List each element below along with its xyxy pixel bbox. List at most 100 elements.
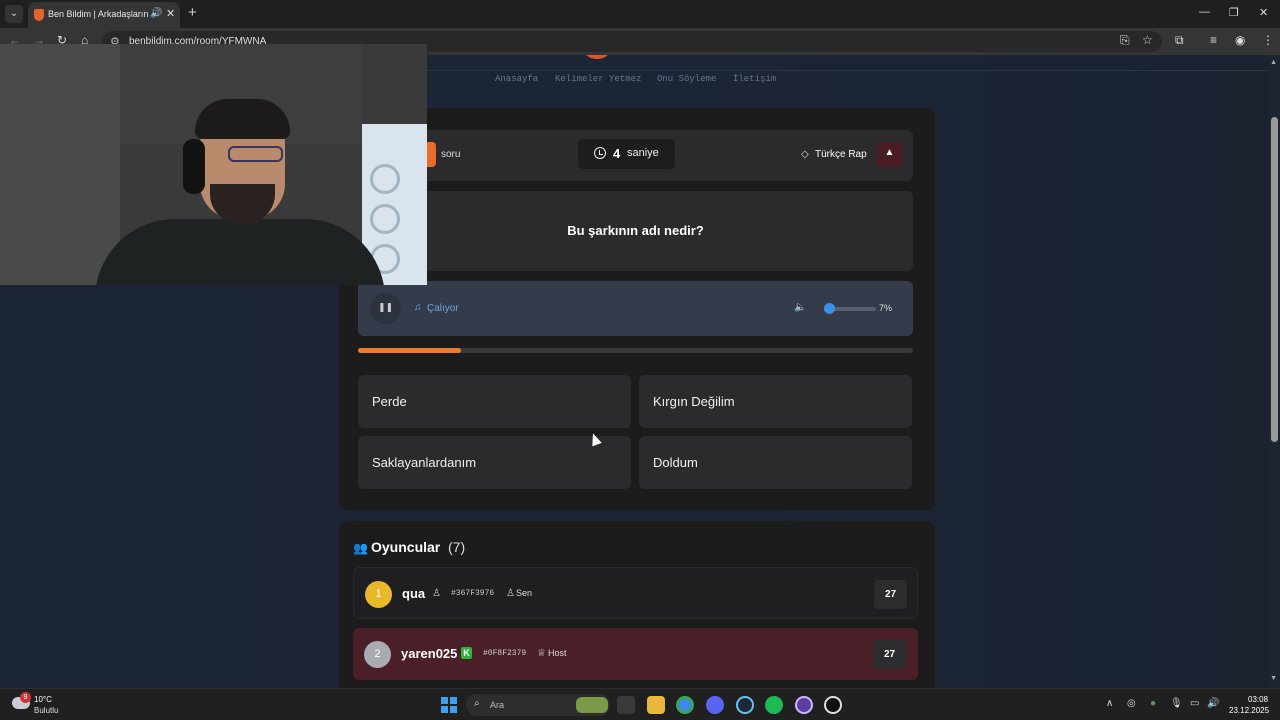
- question-text: Bu şarkının adı nedir?: [567, 223, 704, 238]
- nav-contact[interactable]: İletişim: [733, 74, 776, 84]
- volume-thumb[interactable]: [823, 303, 835, 314]
- site-favicon-icon: [34, 9, 44, 21]
- user-icon: ♙: [432, 588, 441, 599]
- timer: 4 saniye: [578, 139, 675, 169]
- users-icon: 👥: [353, 541, 368, 555]
- profile-icon[interactable]: ◉: [1235, 33, 1245, 47]
- game-card: soru 4 saniye ◇ Türkçe Rap ▲ Bu şarkının…: [339, 108, 935, 510]
- page-scrollbar[interactable]: ▲ ▼: [1268, 55, 1280, 688]
- weather-description: Bulutlu: [34, 706, 59, 715]
- timer-unit: saniye: [627, 147, 659, 159]
- nav-home[interactable]: Anasayfa: [495, 74, 538, 84]
- microphone-icon[interactable]: 🎙: [1170, 698, 1183, 709]
- display-icon[interactable]: ▭: [1190, 698, 1199, 709]
- pause-button[interactable]: ❚❚: [370, 293, 401, 324]
- app-icon[interactable]: [795, 696, 813, 714]
- taskbar: 9 10°C Bulutlu ⌕ Ara ∧ ◎ ● 🎙 ▭ 🔊 03:08 2…: [0, 688, 1280, 720]
- start-menu-icon[interactable]: [441, 697, 457, 713]
- player-row: 1 qua ♙ #367F3976 ♙ Sen 27: [353, 567, 918, 619]
- browser-tab[interactable]: Ben Bildim | Arkadaşlarınla 🔊 ✕: [28, 2, 180, 28]
- rank-badge: 2: [364, 641, 391, 668]
- player-name: qua: [402, 586, 426, 601]
- volume-icon[interactable]: 🔈: [794, 302, 806, 313]
- music-note-icon: ♫: [414, 302, 422, 313]
- tab-title: Ben Bildim | Arkadaşlarınla: [48, 9, 148, 19]
- weather-alert-badge: 9: [20, 692, 31, 703]
- chrome-icon[interactable]: [676, 696, 694, 714]
- clock-date[interactable]: 23.12.2025: [1229, 706, 1269, 715]
- menu-icon[interactable]: ⋮: [1262, 33, 1274, 47]
- steam-tray-icon[interactable]: ◎: [1127, 698, 1136, 709]
- song-progress-bar: [358, 348, 913, 353]
- players-title: Oyuncular: [371, 539, 441, 555]
- tray-overflow-icon[interactable]: ∧: [1106, 698, 1113, 709]
- tab-audio-icon[interactable]: 🔊: [150, 8, 162, 19]
- task-view-icon[interactable]: [617, 696, 635, 714]
- warning-icon: ▲: [884, 147, 895, 158]
- discord-icon[interactable]: [706, 696, 724, 714]
- nav-kelimeler-yetmez[interactable]: Kelimeler Yetmez: [555, 74, 641, 84]
- spotify-icon[interactable]: [765, 696, 783, 714]
- taskbar-search[interactable]: ⌕ Ara: [466, 694, 610, 716]
- player-row: 2 yaren025 K #0F8F2379 ♕ Host 27: [353, 628, 918, 680]
- player-score: 27: [873, 640, 906, 669]
- bookmark-star-icon[interactable]: ☆: [1142, 33, 1153, 47]
- webcam-background: [0, 44, 120, 285]
- new-tab-button[interactable]: +: [188, 4, 197, 21]
- window-close-icon[interactable]: ✕: [1259, 6, 1268, 19]
- clock-time[interactable]: 03:08: [1248, 695, 1268, 704]
- player-score: 27: [874, 580, 907, 609]
- speaker-icon[interactable]: 🔊: [1207, 698, 1219, 709]
- media-control-icon[interactable]: ≡: [1210, 33, 1217, 47]
- site-nav: Anasayfa Kelimeler Yetmez Onu Söyleme İl…: [427, 74, 1280, 90]
- report-button[interactable]: ▲: [877, 142, 902, 167]
- webcam-person-hair: [195, 99, 290, 139]
- players-card: 👥 Oyuncular (7) 1 qua ♙ #367F3976 ♙ Sen …: [339, 521, 935, 688]
- answer-label: Kırgın Değilim: [653, 394, 735, 409]
- question-header: soru 4 saniye ◇ Türkçe Rap ▲: [358, 130, 913, 181]
- player-badge: Sen: [516, 588, 533, 598]
- kick-icon[interactable]: K: [461, 647, 472, 659]
- scrollbar-thumb[interactable]: [1271, 117, 1278, 442]
- site-logo[interactable]: [582, 55, 612, 59]
- browser-tabbar: ⌄ Ben Bildim | Arkadaşlarınla 🔊 ✕ + — ❐ …: [0, 0, 1280, 28]
- answer-option-3[interactable]: Saklayanlardanım: [358, 436, 631, 489]
- category-label: Türkçe Rap: [815, 149, 867, 160]
- answer-option-4[interactable]: Doldum: [639, 436, 912, 489]
- webcam-person-beard: [210, 184, 275, 224]
- search-highlight-image: [576, 697, 608, 713]
- player-code: #367F3976: [451, 589, 495, 598]
- answer-label: Saklayanlardanım: [372, 455, 477, 470]
- restore-icon[interactable]: ❐: [1229, 6, 1239, 19]
- audio-player: ❚❚ ♫ Çalıyor 🔈 7%: [358, 281, 913, 336]
- temperature: 10°C: [34, 695, 52, 704]
- install-app-icon[interactable]: ⎘: [1120, 33, 1130, 48]
- volume-percent: 7%: [879, 303, 893, 313]
- players-count: (7): [448, 539, 466, 555]
- rank-badge: 1: [365, 581, 392, 608]
- question-label: soru: [441, 149, 461, 160]
- answer-option-2[interactable]: Kırgın Değilim: [639, 375, 912, 428]
- tab-search-button[interactable]: ⌄: [5, 5, 23, 23]
- search-icon: ⌕: [474, 698, 480, 709]
- tab-close-icon[interactable]: ✕: [166, 7, 175, 20]
- file-explorer-icon[interactable]: [647, 696, 665, 714]
- search-placeholder: Ara: [490, 700, 505, 710]
- song-progress-fill: [358, 348, 461, 353]
- obs-icon[interactable]: [824, 696, 842, 714]
- tag-icon: ◇: [801, 149, 809, 160]
- scroll-down-icon[interactable]: ▼: [1270, 675, 1277, 682]
- tray-app-icon[interactable]: ●: [1150, 698, 1156, 709]
- steam-icon[interactable]: [736, 696, 754, 714]
- player-code: #0F8F2379: [483, 649, 527, 658]
- minimize-icon[interactable]: —: [1199, 6, 1210, 18]
- site-header: [427, 55, 1280, 71]
- nav-onu-soyleme[interactable]: Onu Söyleme: [657, 74, 716, 84]
- user-icon: ♙: [506, 588, 515, 599]
- webcam-overlay: [0, 44, 427, 285]
- clock-icon: [594, 147, 606, 159]
- scroll-up-icon[interactable]: ▲: [1270, 59, 1277, 66]
- player-name: yaren025: [401, 646, 458, 661]
- answer-option-1[interactable]: Perde: [358, 375, 631, 428]
- extensions-icon[interactable]: ⧉: [1175, 33, 1184, 48]
